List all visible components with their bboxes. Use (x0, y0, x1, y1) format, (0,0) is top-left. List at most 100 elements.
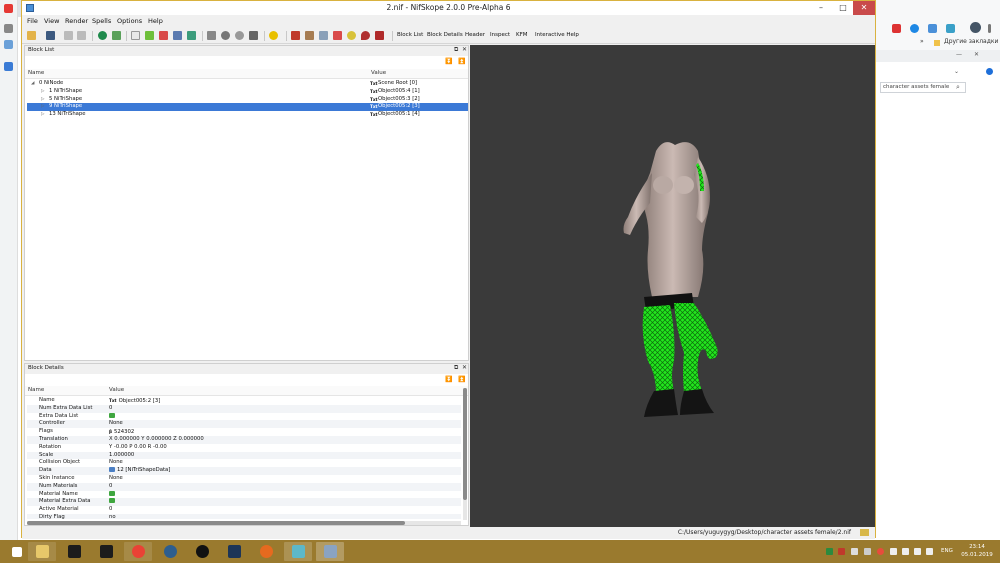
toggle-block-list[interactable]: Block List (397, 32, 423, 38)
menu-options[interactable]: Options (117, 17, 142, 25)
extension-icon-3[interactable] (928, 24, 937, 33)
field-value-cell[interactable]: 0 (109, 506, 112, 514)
close-button[interactable]: ✕ (853, 1, 875, 15)
float-icon[interactable]: ⧉ (454, 46, 458, 54)
light-icon[interactable] (269, 31, 278, 40)
save-icon[interactable] (46, 31, 55, 40)
table-row[interactable]: ▷ 9 NiTriShape Txt Object005:2 [3] (27, 103, 468, 112)
bones-icon[interactable] (291, 31, 300, 40)
view-side-icon[interactable] (159, 31, 168, 40)
field-value-cell[interactable]: None (109, 475, 123, 483)
tray-icon-1[interactable] (826, 548, 833, 555)
side-panel-close-icon[interactable]: ✕ (974, 51, 979, 58)
float-icon[interactable]: ⧉ (454, 364, 458, 372)
collapse-arrow-icon[interactable]: ◢ (31, 80, 34, 88)
taskbar-app-9[interactable] (284, 542, 312, 561)
taskbar-nifskope[interactable] (316, 542, 344, 561)
camera-icon[interactable] (235, 31, 244, 40)
field-value-cell[interactable]: 0 (109, 483, 112, 491)
taskbar-firefox[interactable] (252, 542, 280, 561)
select-icon[interactable] (98, 31, 107, 40)
network-icon[interactable] (902, 548, 909, 555)
back-icon[interactable] (4, 24, 13, 33)
tray-icon-3[interactable] (851, 548, 858, 555)
toggle-header[interactable]: Header (465, 32, 485, 38)
field-value-cell[interactable]: None (109, 459, 123, 467)
expand-all-icon[interactable]: ⏬ (445, 58, 452, 65)
taskbar-chrome[interactable] (124, 542, 152, 561)
start-button[interactable] (3, 542, 31, 561)
search-icon[interactable]: ⌕ (956, 83, 960, 92)
table-row[interactable]: Rotation Y -0.00 P 0.00 R -0.00 (27, 444, 461, 452)
field-value-cell[interactable]: 12 [NiTriShapeData] (109, 467, 170, 475)
view-user-icon[interactable] (173, 31, 182, 40)
taskbar-app-2[interactable] (60, 542, 88, 561)
table-row[interactable]: Controller None (27, 420, 461, 429)
toggle-interactive-help[interactable]: Interactive Help (535, 32, 579, 38)
redo-icon[interactable] (77, 31, 86, 40)
table-row[interactable]: Translation X 0.000000 Y 0.000000 Z 0.000… (27, 436, 461, 444)
extension-icon-1[interactable] (892, 24, 901, 33)
normals-icon[interactable] (319, 31, 328, 40)
taskbar-photoshop[interactable] (220, 542, 248, 561)
expand-arrow-icon[interactable]: ▷ (41, 103, 44, 111)
table-row[interactable]: ◢ 0 NiNode Txt Scene Root [0] (27, 80, 468, 88)
table-row[interactable]: Active Material 0 (27, 506, 461, 514)
volume-icon[interactable] (926, 548, 933, 555)
field-value-cell[interactable]: Y -0.00 P 0.00 R -0.00 (109, 444, 167, 452)
signal-icon[interactable] (914, 548, 921, 555)
table-row[interactable]: ▷ 5 NiTriShape Txt Object005:3 [2] (27, 96, 468, 104)
taskbar-app-3[interactable] (92, 542, 120, 561)
view-front-icon[interactable] (131, 31, 140, 40)
collision-icon[interactable] (375, 31, 384, 40)
menu-help[interactable]: Help (148, 17, 163, 25)
table-row[interactable]: Collision Object None (27, 459, 461, 467)
textures-icon[interactable] (347, 31, 356, 40)
nodes-icon[interactable] (305, 31, 314, 40)
expand-arrow-icon[interactable]: ▷ (41, 111, 44, 119)
table-row[interactable]: Skin Instance None (27, 475, 461, 483)
expand-arrow-icon[interactable]: ▷ (41, 88, 44, 96)
col-name[interactable]: Name (28, 387, 44, 393)
menu-render[interactable]: Render (65, 17, 88, 25)
col-value[interactable]: Value (371, 70, 386, 76)
table-row[interactable]: Num Materials 0 (27, 482, 461, 491)
clock[interactable]: 23:14 05.01.2019 (961, 543, 993, 559)
open-icon[interactable] (27, 31, 36, 40)
field-value-cell[interactable]: no (109, 514, 116, 519)
undo-icon[interactable] (64, 31, 73, 40)
col-value[interactable]: Value (109, 387, 124, 393)
table-row[interactable]: Extra Data List (27, 412, 461, 421)
tray-icon-4[interactable] (864, 548, 871, 555)
table-row[interactable]: Dirty Flag no (27, 514, 461, 519)
view-top-icon[interactable] (145, 31, 154, 40)
grid-icon[interactable] (112, 31, 121, 40)
minimize-button[interactable]: – (810, 1, 832, 15)
tray-icon-6[interactable] (890, 548, 897, 555)
toggle-inspect[interactable]: Inspect (490, 32, 510, 38)
site-icon[interactable] (4, 62, 13, 71)
eye-icon[interactable] (221, 31, 230, 40)
language-indicator[interactable]: ENG (941, 548, 953, 554)
expand-arrow-icon[interactable]: ▷ (41, 96, 44, 104)
table-row[interactable]: Name Txt Object005:2 [3] (27, 397, 461, 405)
tray-icon-2[interactable] (838, 548, 845, 555)
collapse-all-icon[interactable]: ⏫ (458, 376, 465, 383)
profile-avatar[interactable] (970, 22, 981, 33)
collapse-all-icon[interactable]: ⏫ (458, 58, 465, 65)
taskbar-app-5[interactable] (156, 542, 184, 561)
table-row[interactable]: Material Name (27, 490, 461, 499)
tray-icon-5[interactable] (877, 548, 884, 555)
table-row[interactable]: Data 12 [NiTriShapeData] (27, 467, 461, 475)
table-row[interactable]: Scale 1.000000 (27, 451, 461, 460)
details-vscroll[interactable] (463, 388, 467, 520)
field-value-cell[interactable]: None (109, 420, 123, 428)
side-panel-minimize-icon[interactable]: — (956, 51, 962, 58)
table-row[interactable]: Material Extra Data (27, 498, 461, 507)
details-hscroll-thumb[interactable] (27, 521, 405, 525)
field-value-cell[interactable]: 0 (109, 405, 112, 413)
render-viewport[interactable] (470, 45, 875, 527)
field-value-cell[interactable] (109, 490, 117, 499)
other-bookmarks-link[interactable]: Другие закладки (944, 38, 998, 45)
view-cube-icon[interactable] (187, 31, 196, 40)
